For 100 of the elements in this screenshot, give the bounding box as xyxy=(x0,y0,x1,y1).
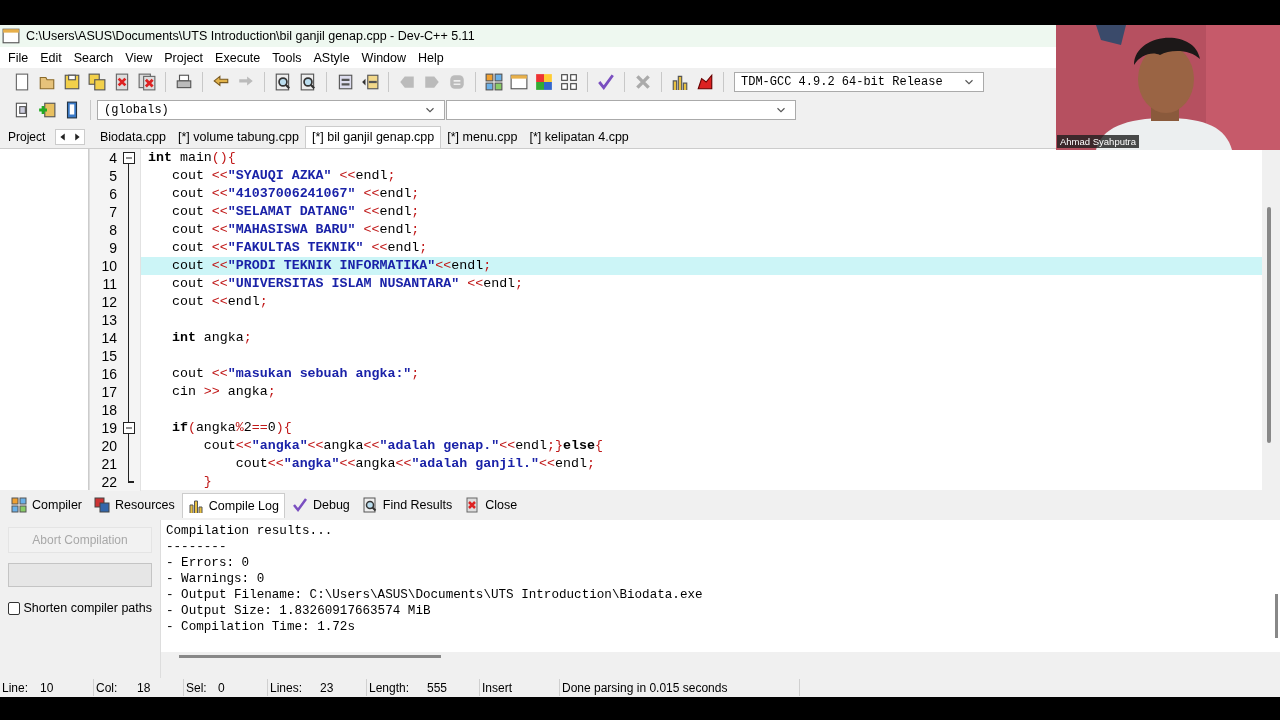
new-file-icon[interactable] xyxy=(13,73,31,91)
resources-icon xyxy=(94,497,110,513)
line-number: 21 xyxy=(90,455,120,473)
checkbox[interactable] xyxy=(8,601,21,615)
menu-item[interactable]: Window xyxy=(355,50,413,65)
log-line: Compilation results... xyxy=(166,523,334,539)
log-line: - Compilation Time: 1.72s xyxy=(166,619,356,635)
menu-item[interactable]: Tools xyxy=(266,50,308,65)
close-file-icon[interactable] xyxy=(113,73,131,91)
line-number: 11 xyxy=(90,275,120,293)
print-icon[interactable] xyxy=(175,73,193,91)
line-number: 20 xyxy=(90,437,120,455)
status-text: Done parsing in 0.015 seconds xyxy=(562,680,728,695)
code-line: cin >> angka; xyxy=(170,384,276,399)
status-label: Length: xyxy=(369,680,411,695)
code-line: cout<<"angka"<<angka<<"adalah genap."<<endl;}else{ xyxy=(202,438,603,453)
status-value: 18 xyxy=(137,680,151,695)
grid-icon[interactable] xyxy=(485,73,503,91)
collapse-icon[interactable] xyxy=(123,152,135,164)
file-tab[interactable]: [*] menu.cpp xyxy=(441,127,524,148)
line-number: 8 xyxy=(90,221,120,239)
menu-item[interactable]: File xyxy=(2,50,35,65)
line-number: 7 xyxy=(90,203,120,221)
code-line: cout <<endl; xyxy=(170,294,268,309)
search-icon xyxy=(361,497,378,513)
log-line: - Output Size: 1.83260917663574 MiB xyxy=(166,603,432,619)
grid-icon[interactable] xyxy=(560,73,578,91)
code-line: cout <<"MAHASISWA BARU" <<endl; xyxy=(170,222,420,237)
code-line: cout <<"SYAUQI AZKA" <<endl; xyxy=(170,168,396,183)
line-number: 22 xyxy=(90,473,120,491)
file-tab[interactable]: [*] volume tabung.cpp xyxy=(172,127,305,148)
replace-icon[interactable] xyxy=(299,73,317,91)
log-line: - Output Filename: C:\Users\ASUS\Documents\UTS Introduction\Biodata.exe xyxy=(166,587,704,603)
menu-item[interactable]: Execute xyxy=(209,50,267,65)
status-label: Lines: xyxy=(270,680,304,695)
file-tab[interactable]: [*] bil ganjil genap.cpp xyxy=(304,126,442,148)
code-line: int angka; xyxy=(170,330,252,345)
indent-icon[interactable] xyxy=(336,73,354,91)
menu-item[interactable]: AStyle xyxy=(307,50,356,65)
close-all-icon[interactable] xyxy=(138,73,156,91)
status-value: 0 xyxy=(218,680,225,695)
menu-item[interactable]: View xyxy=(119,50,159,65)
menu-item[interactable]: Search xyxy=(67,50,120,65)
line-number: 14 xyxy=(90,329,120,347)
line-number: 16 xyxy=(90,365,120,383)
menu-item[interactable]: Project xyxy=(158,50,210,65)
code-line: if(angka%2==0){ xyxy=(170,420,292,435)
line-number: 17 xyxy=(90,383,120,401)
bar-chart-icon[interactable] xyxy=(671,73,689,91)
panel-tab[interactable]: Find Results xyxy=(356,493,458,517)
scrollbar-thumb[interactable] xyxy=(1267,207,1271,443)
check-icon[interactable] xyxy=(597,73,615,91)
line-number: 13 xyxy=(90,311,120,329)
panel-tab[interactable]: Resources xyxy=(89,493,180,517)
scrollbar-thumb[interactable] xyxy=(1275,594,1278,638)
compiler-dropdown[interactable]: TDM-GCC 4.9.2 64-bit Release xyxy=(734,72,984,92)
line-number: 9 xyxy=(90,239,120,257)
code-line: } xyxy=(202,474,212,489)
code-line: cout <<"41037006241067" <<endl; xyxy=(170,186,420,201)
panel-tab[interactable]: Project xyxy=(8,130,46,144)
line-number: 5 xyxy=(90,167,120,185)
save-icon[interactable] xyxy=(63,73,81,91)
line-number: 4 xyxy=(90,149,120,167)
add-icon[interactable] xyxy=(38,101,56,119)
panel-tab[interactable]: Compiler xyxy=(6,493,87,517)
line-number: 10 xyxy=(90,257,120,275)
file-tab[interactable]: Biodata.cpp xyxy=(94,127,173,148)
scope-dropdown[interactable]: (globals) xyxy=(97,100,445,120)
code-line: cout <<"masukan sebuah angka:"; xyxy=(170,366,420,381)
unindent-icon[interactable] xyxy=(361,73,379,91)
grid-icon xyxy=(11,497,27,513)
panel-tab[interactable]: Compile Log xyxy=(181,492,285,518)
log-line: - Errors: 0 xyxy=(166,555,251,571)
code-line: cout <<"FAKULTAS TEKNIK" <<endl; xyxy=(170,240,428,255)
code-line: cout <<"PRODI TEKNIK INFORMATIKA"<<endl; xyxy=(170,258,492,273)
menu-item[interactable]: Help xyxy=(412,50,450,65)
panel-tab[interactable]: Close xyxy=(459,493,523,517)
file-tab[interactable]: [*] kelipatan 4.cpp xyxy=(523,127,635,148)
line-number: 18 xyxy=(90,401,120,419)
status-label: Sel: xyxy=(186,680,208,695)
status-label: Col: xyxy=(96,680,119,695)
menu-item[interactable]: Edit xyxy=(34,50,68,65)
code-line: int main(){ xyxy=(148,150,236,165)
close-icon xyxy=(464,497,481,513)
bar-chart-icon xyxy=(187,497,204,514)
search-icon[interactable] xyxy=(274,73,292,91)
palette-icon[interactable] xyxy=(535,73,553,91)
status-value: 23 xyxy=(320,680,334,695)
status-value: 555 xyxy=(427,680,448,695)
line-number: 12 xyxy=(90,293,120,311)
app-icon xyxy=(2,27,20,45)
save-all-icon[interactable] xyxy=(88,73,106,91)
line-number: 15 xyxy=(90,347,120,365)
participant-name: Ahmad Syahputra xyxy=(1057,135,1140,148)
scrollbar-thumb[interactable] xyxy=(179,655,441,658)
code-line: cout <<"UNIVERSITAS ISLAM NUSANTARA" <<endl; xyxy=(170,276,524,291)
window-icon[interactable] xyxy=(510,73,528,91)
panel-tab[interactable]: Debug xyxy=(286,493,355,517)
code-line: cout <<"SELAMAT DATANG" <<endl; xyxy=(170,204,420,219)
collapse-icon[interactable] xyxy=(123,422,135,434)
